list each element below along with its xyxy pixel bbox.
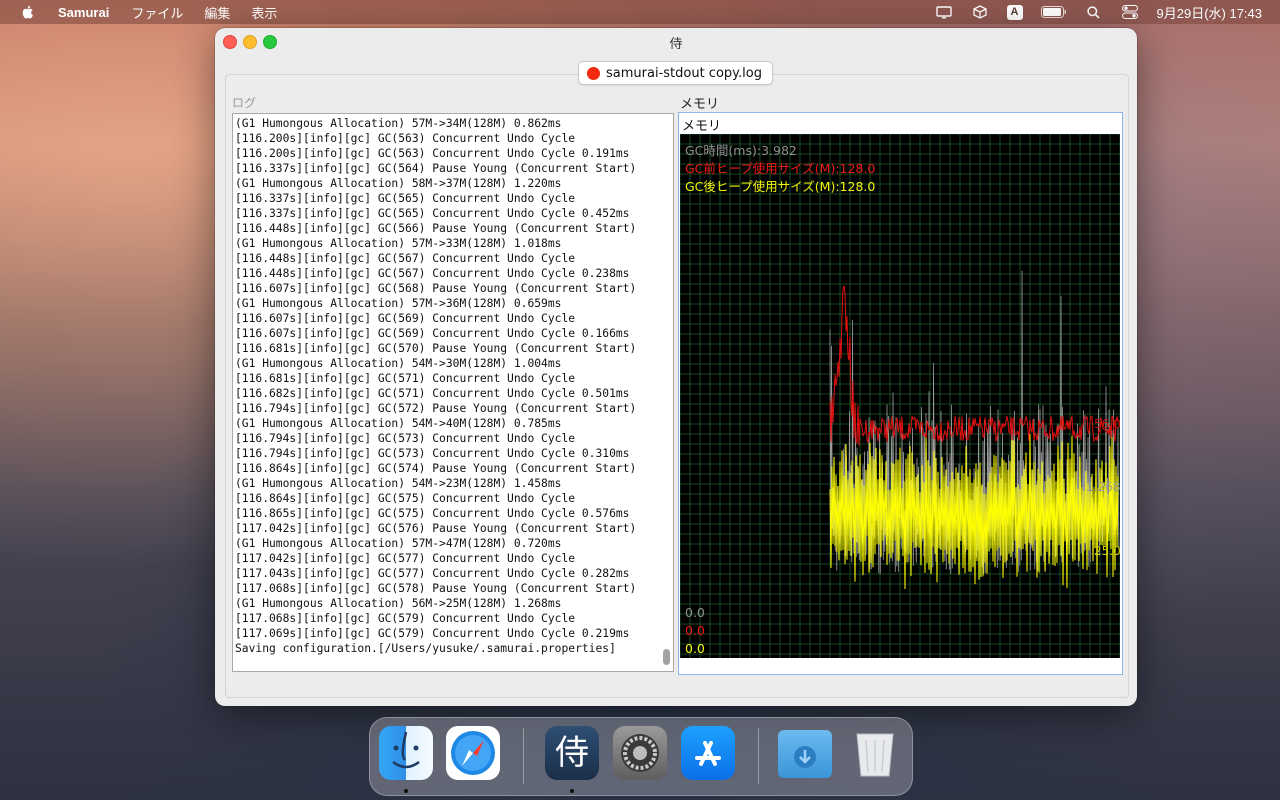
right-label-heap-after: 25.0 bbox=[1094, 544, 1120, 558]
display-icon[interactable] bbox=[935, 5, 953, 19]
log-line: (G1 Humongous Allocation) 57M->33M(128M)… bbox=[235, 237, 562, 250]
log-line: [116.681s][info][gc] GC(571) Concurrent … bbox=[235, 372, 576, 385]
apple-menu-icon[interactable] bbox=[20, 4, 36, 20]
log-text-area[interactable]: (G1 Humongous Allocation) 57M->34M(128M)… bbox=[232, 113, 674, 672]
log-line: [116.337s][info][gc] GC(565) Concurrent … bbox=[235, 207, 630, 220]
log-line: [116.682s][info][gc] GC(571) Concurrent … bbox=[235, 387, 630, 400]
log-line: [117.068s][info][gc] GC(578) Pause Young… bbox=[235, 582, 637, 595]
memory-graph: GC時間(ms):3.982 GC前ヒープ使用サイズ(M):128.0 GC後ヒ… bbox=[680, 134, 1120, 658]
menu-file[interactable]: ファイル bbox=[131, 3, 183, 22]
app-store-icon[interactable] bbox=[681, 726, 735, 780]
tab-log-file[interactable]: samurai-stdout copy.log bbox=[578, 61, 773, 85]
system-preferences-icon[interactable] bbox=[613, 726, 667, 780]
dock-separator-2 bbox=[758, 728, 759, 784]
close-tab-icon[interactable] bbox=[587, 66, 600, 80]
memory-panel: メモリ GC時間(ms):3.982 GC前ヒープ使用サイズ(M):128.0 … bbox=[678, 112, 1123, 675]
menubar-clock[interactable]: 9月29日(水) 17:43 bbox=[1157, 3, 1263, 22]
log-line: [117.068s][info][gc] GC(579) Concurrent … bbox=[235, 612, 576, 625]
log-line: [116.794s][info][gc] GC(573) Concurrent … bbox=[235, 447, 630, 460]
log-line: [116.864s][info][gc] GC(575) Concurrent … bbox=[235, 492, 576, 505]
tab-label: samurai-stdout copy.log bbox=[606, 65, 762, 81]
axis-min-gc-time: 0.0 bbox=[685, 605, 705, 620]
app-menu[interactable]: Samurai bbox=[58, 5, 109, 20]
legend-gc-time: GC時間(ms):3.982 bbox=[685, 143, 797, 158]
log-line: [116.865s][info][gc] GC(575) Concurrent … bbox=[235, 507, 630, 520]
log-line: [116.864s][info][gc] GC(574) Pause Young… bbox=[235, 462, 637, 475]
log-line: (G1 Humongous Allocation) 57M->36M(128M)… bbox=[235, 297, 562, 310]
menu-edit[interactable]: 編集 bbox=[204, 3, 230, 22]
title-bar[interactable]: 侍 bbox=[215, 28, 1137, 54]
log-line: [117.042s][info][gc] GC(576) Pause Young… bbox=[235, 522, 637, 535]
log-content: (G1 Humongous Allocation) 57M->34M(128M)… bbox=[235, 116, 659, 656]
log-line: [116.448s][info][gc] GC(566) Pause Young… bbox=[235, 222, 637, 235]
log-line: [116.607s][info][gc] GC(568) Pause Young… bbox=[235, 282, 637, 295]
log-section-label: ログ bbox=[232, 96, 257, 110]
memory-section-label: メモリ bbox=[680, 97, 720, 112]
safari-icon[interactable] bbox=[446, 726, 500, 780]
right-label-gc-time: 1.268 bbox=[1086, 480, 1120, 494]
log-line: [116.607s][info][gc] GC(569) Concurrent … bbox=[235, 327, 630, 340]
log-line: (G1 Humongous Allocation) 57M->34M(128M)… bbox=[235, 117, 562, 130]
log-line: (G1 Humongous Allocation) 54M->30M(128M)… bbox=[235, 357, 562, 370]
samurai-running-indicator bbox=[570, 789, 574, 793]
log-line: [116.448s][info][gc] GC(567) Concurrent … bbox=[235, 267, 630, 280]
log-line: [116.448s][info][gc] GC(567) Concurrent … bbox=[235, 252, 576, 265]
menu-view[interactable]: 表示 bbox=[251, 3, 277, 22]
log-line: (G1 Humongous Allocation) 58M->37M(128M)… bbox=[235, 177, 562, 190]
dock-separator bbox=[523, 728, 524, 784]
log-line: (G1 Humongous Allocation) 56M->25M(128M)… bbox=[235, 597, 562, 610]
memory-graph-canvas bbox=[680, 134, 1120, 658]
log-line: (G1 Humongous Allocation) 57M->47M(128M)… bbox=[235, 537, 562, 550]
log-line: [116.200s][info][gc] GC(563) Concurrent … bbox=[235, 147, 630, 160]
scroll-thumb[interactable] bbox=[663, 649, 670, 665]
cube-icon[interactable] bbox=[971, 5, 989, 19]
axis-min-heap-before: 0.0 bbox=[685, 623, 705, 638]
menu-bar: Samurai ファイル 編集 表示 A 9月29日(水) 17:43 bbox=[0, 0, 1280, 24]
series-heap-before bbox=[829, 285, 1119, 446]
axis-min-heap-after: 0.0 bbox=[685, 641, 705, 656]
downloads-folder-icon[interactable] bbox=[778, 730, 832, 778]
battery-icon[interactable] bbox=[1040, 5, 1067, 19]
search-icon[interactable] bbox=[1085, 5, 1103, 19]
legend-heap-after: GC後ヒープ使用サイズ(M):128.0 bbox=[685, 179, 876, 194]
log-line: [116.607s][info][gc] GC(569) Concurrent … bbox=[235, 312, 576, 325]
log-line: (G1 Humongous Allocation) 54M->23M(128M)… bbox=[235, 477, 562, 490]
log-line: [116.337s][info][gc] GC(565) Concurrent … bbox=[235, 192, 576, 205]
finder-icon[interactable] bbox=[379, 726, 433, 780]
trash-icon[interactable] bbox=[848, 726, 902, 780]
log-scrollbar[interactable] bbox=[660, 114, 672, 671]
control-center-icon[interactable] bbox=[1121, 5, 1139, 19]
input-source-icon[interactable]: A bbox=[1006, 4, 1023, 20]
log-line: (G1 Humongous Allocation) 54M->40M(128M)… bbox=[235, 417, 562, 430]
finder-running-indicator bbox=[404, 789, 408, 793]
log-line: [117.069s][info][gc] GC(579) Concurrent … bbox=[235, 627, 630, 640]
memory-panel-title: メモリ bbox=[682, 119, 722, 134]
log-line: [116.200s][info][gc] GC(563) Concurrent … bbox=[235, 132, 576, 145]
dock: 侍 bbox=[369, 717, 913, 796]
log-line: [117.042s][info][gc] GC(577) Concurrent … bbox=[235, 552, 576, 565]
log-line: [116.681s][info][gc] GC(570) Pause Young… bbox=[235, 342, 637, 355]
log-line: [116.794s][info][gc] GC(573) Concurrent … bbox=[235, 432, 576, 445]
log-line: [116.337s][info][gc] GC(564) Pause Young… bbox=[235, 162, 637, 175]
log-line: [117.043s][info][gc] GC(577) Concurrent … bbox=[235, 567, 630, 580]
log-line: [116.794s][info][gc] GC(572) Pause Young… bbox=[235, 402, 637, 415]
samurai-app-icon[interactable]: 侍 bbox=[545, 726, 599, 780]
right-label-heap-before: 56.0 bbox=[1094, 417, 1120, 431]
window-title: 侍 bbox=[669, 37, 683, 52]
samurai-window: 侍 samurai-stdout copy.log ログ メモリ (G1 Hum… bbox=[215, 28, 1137, 706]
log-line: Saving configuration.[/Users/yusuke/.sam… bbox=[235, 642, 616, 655]
legend-heap-before: GC前ヒープ使用サイズ(M):128.0 bbox=[685, 161, 876, 176]
